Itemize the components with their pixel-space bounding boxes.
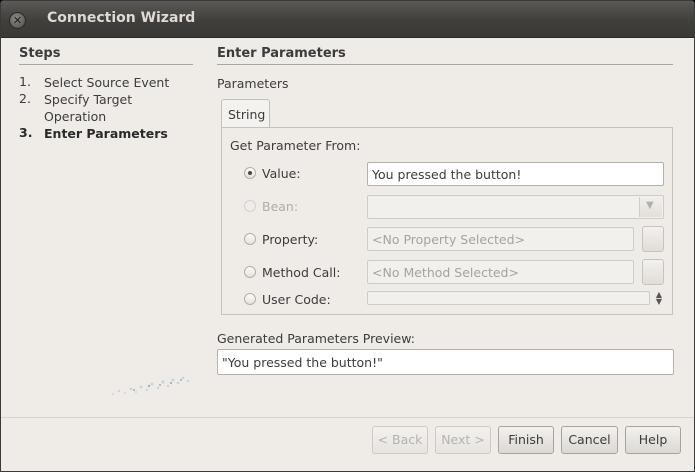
step-label: Select Source Event	[44, 75, 170, 90]
spin-down-icon[interactable]: ▼	[656, 297, 662, 306]
close-icon[interactable]: ✕	[10, 13, 25, 28]
steps-heading: Steps	[19, 46, 61, 61]
title-bar[interactable]: ✕ Connection Wizard	[1, 1, 694, 38]
user-code-field[interactable]	[367, 291, 650, 305]
get-parameter-from-label: Get Parameter From:	[230, 138, 361, 153]
tab-string-label: String	[228, 107, 266, 122]
preview-field[interactable]: "You pressed the button!"	[217, 349, 674, 375]
step-item-2: 2. Specify Target	[19, 91, 132, 107]
main-content: Enter Parameters Parameters String Get P…	[206, 38, 694, 418]
step-number: 1.	[19, 74, 31, 89]
tab-string[interactable]: String	[221, 99, 270, 128]
help-button[interactable]: Help	[625, 426, 681, 454]
footer-divider	[1, 417, 694, 418]
steps-divider	[19, 64, 193, 65]
property-field: <No Property Selected>	[367, 227, 634, 251]
decorative-watermark-image	[112, 376, 190, 395]
preview-text: "You pressed the button!"	[222, 355, 383, 370]
value-radio[interactable]	[244, 167, 256, 179]
preview-label: Generated Parameters Preview:	[217, 331, 415, 346]
step-item-2-cont: Operation	[19, 108, 106, 124]
bean-radio	[244, 200, 256, 212]
heading-divider	[217, 64, 673, 65]
bean-combo: ▼	[367, 195, 664, 219]
back-button[interactable]: < Back	[372, 426, 428, 454]
user-code-spinner[interactable]: ▲ ▼	[653, 291, 665, 306]
finish-button[interactable]: Finish	[498, 426, 554, 454]
step-number: 2.	[19, 91, 31, 106]
method-call-label: Method Call:	[262, 265, 341, 280]
method-call-field-text: <No Method Selected>	[372, 265, 519, 280]
method-call-browse-button[interactable]	[642, 259, 664, 285]
user-code-label: User Code:	[262, 292, 331, 307]
value-input[interactable]: You pressed the button!	[367, 162, 664, 186]
value-label: Value:	[262, 166, 301, 181]
property-browse-button[interactable]	[642, 226, 664, 252]
property-radio[interactable]	[244, 233, 256, 245]
step-item-1: 1. Select Source Event	[19, 74, 169, 90]
method-call-field: <No Method Selected>	[367, 260, 634, 284]
parameters-label: Parameters	[217, 76, 289, 91]
string-tab-panel: Get Parameter From: Value: You pressed t…	[221, 127, 673, 315]
step-number: 3.	[19, 125, 33, 140]
window-title: Connection Wizard	[47, 10, 196, 26]
property-field-text: <No Property Selected>	[372, 232, 525, 247]
bean-combo-arrow: ▼	[639, 197, 662, 217]
page-heading: Enter Parameters	[217, 46, 346, 61]
step-label-continued: Operation	[44, 109, 107, 124]
next-button[interactable]: Next >	[435, 426, 491, 454]
connection-wizard-window: ✕ Connection Wizard Steps 1. Select Sour…	[0, 0, 695, 472]
user-code-radio[interactable]	[244, 293, 256, 305]
steps-pane: Steps 1. Select Source Event 2. Specify …	[9, 38, 205, 415]
value-input-text: You pressed the button!	[372, 167, 522, 182]
close-button[interactable]: ✕	[9, 12, 26, 29]
method-call-radio[interactable]	[244, 266, 256, 278]
step-item-3: 3. Enter Parameters	[19, 125, 168, 141]
chevron-down-icon: ▼	[646, 200, 654, 211]
property-label: Property:	[262, 232, 319, 247]
bean-label: Bean:	[262, 199, 299, 214]
cancel-button[interactable]: Cancel	[561, 426, 618, 454]
step-label: Enter Parameters	[44, 126, 168, 141]
step-label: Specify Target	[44, 92, 133, 107]
